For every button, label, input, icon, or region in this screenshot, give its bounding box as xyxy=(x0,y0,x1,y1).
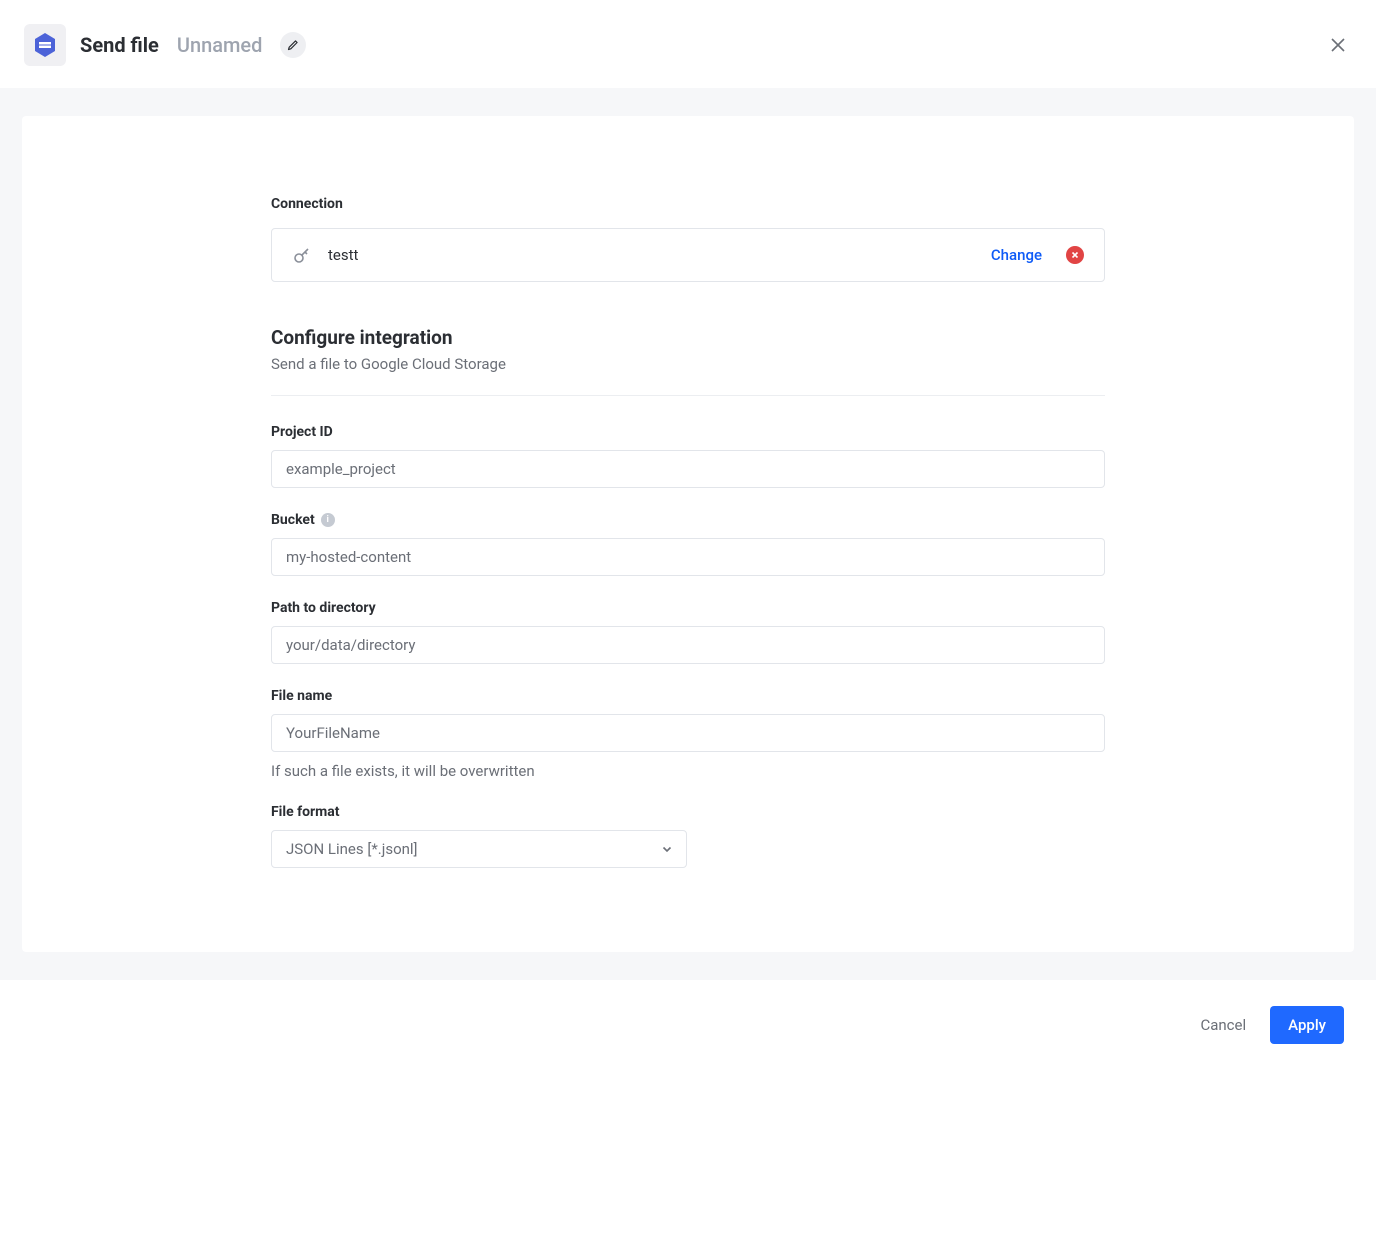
key-icon xyxy=(292,245,312,265)
cancel-button[interactable]: Cancel xyxy=(1200,1016,1246,1034)
configure-description: Send a file to Google Cloud Storage xyxy=(271,355,1105,373)
x-icon xyxy=(1071,251,1079,259)
field-path: Path to directory xyxy=(271,600,1105,664)
project-id-label: Project ID xyxy=(271,424,1105,440)
config-card: Connection testt Change xyxy=(22,116,1354,952)
connection-name: testt xyxy=(328,246,358,264)
filename-input[interactable] xyxy=(271,714,1105,752)
footer-bar: Cancel Apply xyxy=(0,980,1376,1044)
project-id-input[interactable] xyxy=(271,450,1105,488)
path-input[interactable] xyxy=(271,626,1105,664)
filename-hint: If such a file exists, it will be overwr… xyxy=(271,762,1105,780)
app-icon xyxy=(24,24,66,66)
page-title: Send file xyxy=(80,33,159,57)
page-body: Connection testt Change xyxy=(0,88,1376,980)
header-left: Send file Unnamed xyxy=(24,24,306,66)
bucket-input[interactable] xyxy=(271,538,1105,576)
close-button[interactable] xyxy=(1324,31,1352,59)
info-icon[interactable]: i xyxy=(321,513,335,527)
page-subtitle: Unnamed xyxy=(177,33,263,57)
connection-actions: Change xyxy=(991,246,1084,264)
close-icon xyxy=(1330,37,1346,53)
field-filename: File name If such a file exists, it will… xyxy=(271,688,1105,780)
connection-label: Connection xyxy=(271,196,1105,212)
pencil-icon xyxy=(287,39,299,51)
edit-title-button[interactable] xyxy=(280,32,306,58)
field-bucket: Bucket i xyxy=(271,512,1105,576)
header-bar: Send file Unnamed xyxy=(0,0,1376,88)
apply-button[interactable]: Apply xyxy=(1270,1006,1344,1044)
format-select[interactable]: JSON Lines [*.jsonl] xyxy=(271,830,687,868)
change-connection-button[interactable]: Change xyxy=(991,246,1042,264)
format-select-wrap: JSON Lines [*.jsonl] xyxy=(271,830,687,868)
divider xyxy=(271,395,1105,396)
filename-label: File name xyxy=(271,688,1105,704)
card-inner: Connection testt Change xyxy=(271,196,1105,868)
connection-box: testt Change xyxy=(271,228,1105,282)
format-label: File format xyxy=(271,804,1105,820)
field-project-id: Project ID xyxy=(271,424,1105,488)
field-format: File format JSON Lines [*.jsonl] xyxy=(271,804,1105,868)
connection-info: testt xyxy=(292,245,358,265)
google-cloud-storage-icon xyxy=(31,31,59,59)
configure-title: Configure integration xyxy=(271,326,1105,349)
bucket-label-text: Bucket xyxy=(271,512,315,528)
remove-connection-button[interactable] xyxy=(1066,246,1084,264)
bucket-label: Bucket i xyxy=(271,512,1105,528)
path-label: Path to directory xyxy=(271,600,1105,616)
